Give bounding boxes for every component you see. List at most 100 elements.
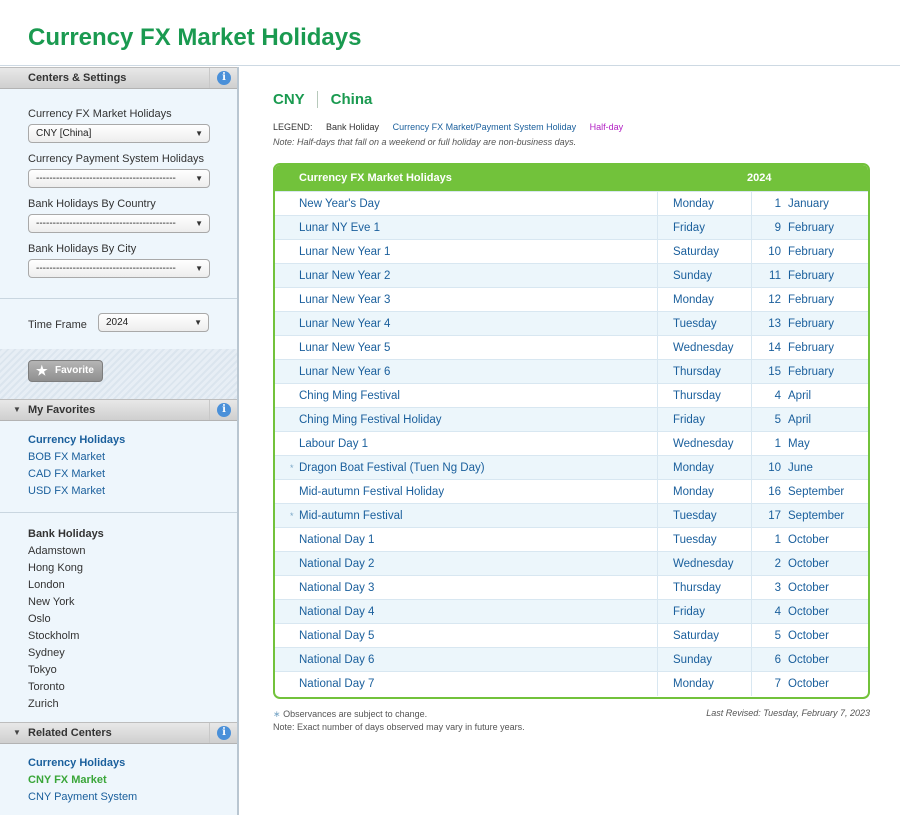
- bank-city-select[interactable]: ----------------------------------------…: [28, 259, 210, 278]
- holiday-day-number: 16: [751, 480, 781, 504]
- legend-note: Note: Half-days that fall on a weekend o…: [273, 137, 577, 147]
- holiday-weekday: Friday: [657, 216, 750, 240]
- list-item[interactable]: CNY Payment System: [28, 789, 237, 806]
- holiday-weekday: Wednesday: [657, 432, 750, 456]
- table-row: Ching Ming Festival Thursday 4 April: [275, 383, 868, 408]
- holiday-weekday: Tuesday: [657, 528, 750, 552]
- holiday-month: October: [788, 678, 829, 690]
- table-row: Ching Ming Festival Holiday Friday 5 April: [275, 407, 868, 432]
- holiday-day-number: 5: [751, 408, 781, 432]
- currency-code: CNY: [273, 91, 318, 108]
- table-row: National Day 5 Saturday 5 October: [275, 623, 868, 648]
- favorites-currency-heading[interactable]: Currency Holidays: [28, 432, 237, 449]
- holiday-month: September: [788, 510, 845, 522]
- list-item: Oslo: [28, 613, 51, 625]
- holiday-name-link[interactable]: National Day 5: [299, 624, 374, 648]
- last-revised: Last Revised: Tuesday, February 7, 2023: [706, 708, 870, 718]
- holiday-name-link[interactable]: Lunar New Year 4: [299, 312, 390, 336]
- info-button[interactable]: i: [209, 723, 237, 743]
- table-row: Lunar NY Eve 1 Friday 9 February: [275, 215, 868, 240]
- favorite-button[interactable]: ★ Favorite: [28, 360, 103, 382]
- holiday-name-link[interactable]: Labour Day 1: [299, 432, 368, 456]
- panel-title: Related Centers: [28, 727, 112, 739]
- list-item[interactable]: BOB FX Market: [28, 449, 237, 466]
- holiday-day-number: 3: [751, 576, 781, 600]
- table-row: National Day 2 Wednesday 2 October: [275, 551, 868, 576]
- panel-header-my-favorites[interactable]: ▼ My Favorites i: [0, 399, 237, 421]
- chevron-down-icon: ▼: [195, 174, 203, 183]
- payment-holidays-select[interactable]: ----------------------------------------…: [28, 169, 210, 188]
- holiday-name-link[interactable]: Dragon Boat Festival (Tuen Ng Day): [299, 456, 485, 480]
- holiday-month: October: [788, 558, 829, 570]
- footnote-star: ∗: [273, 709, 281, 719]
- table-row: Lunar New Year 3 Monday 12 February: [275, 287, 868, 312]
- favorites-bank-list: Bank Holidays Adamstown Hong Kong London…: [0, 526, 237, 713]
- table-row: National Day 6 Sunday 6 October: [275, 647, 868, 672]
- info-button[interactable]: i: [209, 400, 237, 420]
- holiday-month: February: [788, 342, 835, 354]
- holiday-name-link[interactable]: Ching Ming Festival Holiday: [299, 408, 442, 432]
- holiday-name-link[interactable]: National Day 2: [299, 552, 374, 576]
- triangle-down-icon[interactable]: ▼: [13, 400, 21, 420]
- main-content: CNY China LEGEND: Bank Holiday Currency F…: [241, 67, 900, 815]
- info-button[interactable]: i: [209, 68, 237, 88]
- holiday-name-link[interactable]: Lunar New Year 6: [299, 360, 390, 384]
- info-icon[interactable]: i: [217, 403, 231, 417]
- info-icon[interactable]: i: [217, 71, 231, 85]
- star-icon: ★: [36, 363, 48, 378]
- holiday-day-number: 1: [751, 432, 781, 456]
- footnote-note: Note: Exact number of days observed may …: [273, 722, 525, 732]
- holiday-weekday: Tuesday: [657, 504, 750, 528]
- holiday-name-link[interactable]: Mid-autumn Festival: [299, 504, 403, 528]
- holiday-weekday: Wednesday: [657, 336, 750, 360]
- legend-fx-holiday: Currency FX Market/Payment System Holida…: [392, 122, 577, 132]
- holiday-name-link[interactable]: National Day 6: [299, 648, 374, 672]
- holiday-day-number: 5: [751, 624, 781, 648]
- holiday-weekday: Tuesday: [657, 312, 750, 336]
- holiday-name-link[interactable]: Lunar NY Eve 1: [299, 216, 380, 240]
- table-row: Lunar New Year 4 Tuesday 13 February: [275, 311, 868, 336]
- holiday-name-link[interactable]: National Day 3: [299, 576, 374, 600]
- sidebar: Centers & Settings i Currency FX Market …: [0, 67, 239, 815]
- panel-header-centers-settings[interactable]: Centers & Settings i: [0, 67, 237, 89]
- table-row: Lunar New Year 6 Thursday 15 February: [275, 359, 868, 384]
- timeframe-select[interactable]: 2024 ▼: [98, 313, 209, 332]
- chevron-down-icon: ▼: [195, 264, 203, 273]
- holiday-name-link[interactable]: New Year's Day: [299, 192, 380, 216]
- holiday-day-number: 6: [751, 648, 781, 672]
- holiday-month: February: [788, 222, 835, 234]
- holiday-weekday: Monday: [657, 456, 750, 480]
- holiday-day-number: 14: [751, 336, 781, 360]
- holiday-month: June: [788, 462, 813, 474]
- column-header-name: Currency FX Market Holidays: [299, 172, 452, 184]
- chevron-down-icon: ▼: [195, 219, 203, 228]
- holiday-month: February: [788, 270, 835, 282]
- table-row: National Day 4 Friday 4 October: [275, 599, 868, 624]
- holiday-name-link[interactable]: Lunar New Year 3: [299, 288, 390, 312]
- legend: LEGEND: Bank Holiday Currency FX Market/…: [273, 122, 634, 132]
- holiday-name-link[interactable]: Lunar New Year 2: [299, 264, 390, 288]
- holiday-name-link[interactable]: Lunar New Year 1: [299, 240, 390, 264]
- currency-name: China: [330, 91, 373, 108]
- list-item[interactable]: CAD FX Market: [28, 466, 237, 483]
- list-item[interactable]: USD FX Market: [28, 483, 237, 500]
- bank-country-select[interactable]: ----------------------------------------…: [28, 214, 210, 233]
- holiday-name-link[interactable]: National Day 4: [299, 600, 374, 624]
- related-currency-heading[interactable]: Currency Holidays: [28, 755, 237, 772]
- related-item-active[interactable]: CNY FX Market: [28, 772, 237, 789]
- holiday-name-link[interactable]: Ching Ming Festival: [299, 384, 400, 408]
- triangle-down-icon[interactable]: ▼: [13, 723, 21, 743]
- fx-holidays-select[interactable]: CNY [China] ▼: [28, 124, 210, 143]
- holiday-name-link[interactable]: National Day 1: [299, 528, 374, 552]
- info-icon[interactable]: i: [217, 726, 231, 740]
- holiday-weekday: Monday: [657, 192, 750, 216]
- holiday-name-link[interactable]: Lunar New Year 5: [299, 336, 390, 360]
- panel-header-related-centers[interactable]: ▼ Related Centers i: [0, 722, 237, 744]
- holiday-name-link[interactable]: Mid-autumn Festival Holiday: [299, 480, 444, 504]
- holiday-day-number: 1: [751, 192, 781, 216]
- footnote-observances: Observances are subject to change.: [283, 709, 428, 719]
- holiday-name-link[interactable]: National Day 7: [299, 672, 374, 696]
- holiday-day-number: 4: [751, 600, 781, 624]
- timeframe-row: Time Frame 2024 ▼: [0, 299, 237, 349]
- holiday-month: October: [788, 534, 829, 546]
